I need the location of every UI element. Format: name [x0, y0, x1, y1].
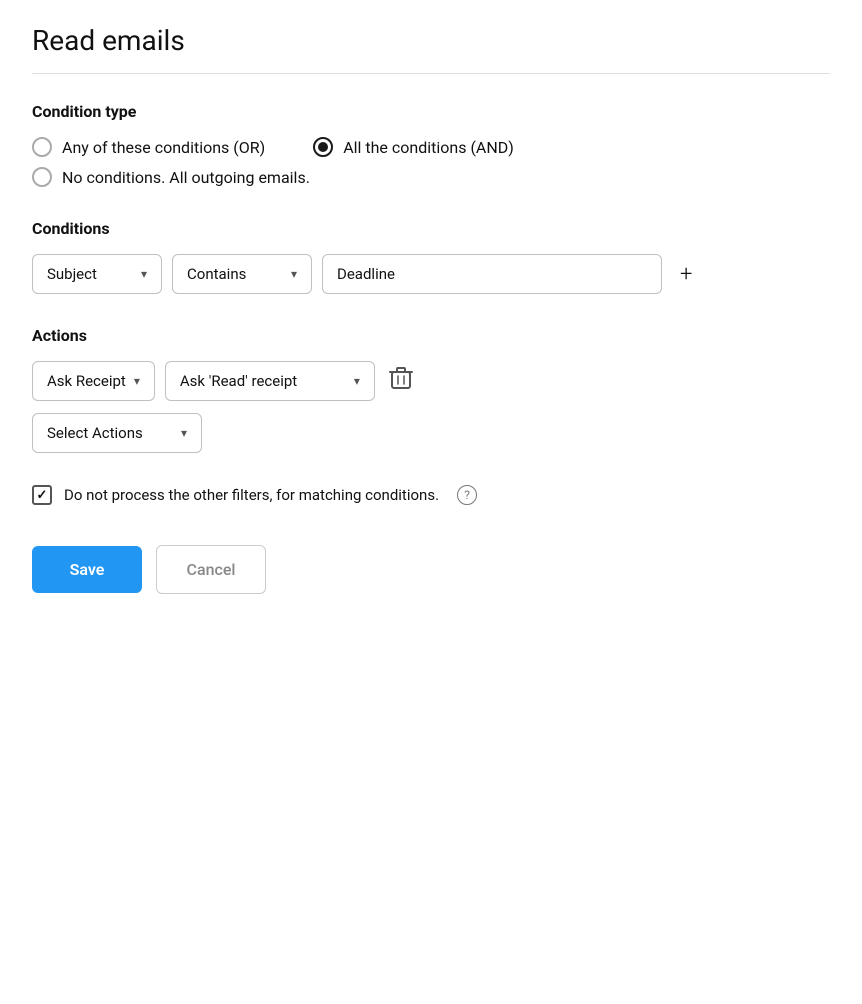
operator-dropdown[interactable]: Contains ▾: [172, 254, 312, 294]
title-divider: [32, 73, 830, 74]
do-not-process-row: Do not process the other filters, for ma…: [32, 485, 830, 505]
action-row-1: Ask Receipt ▾ Ask 'Read' receipt ▾: [32, 361, 830, 401]
select-actions-row: Select Actions ▾: [32, 413, 830, 453]
button-row: Save Cancel: [32, 545, 830, 594]
do-not-process-checkbox[interactable]: [32, 485, 52, 505]
condition-type-top-row: Any of these conditions (OR) All the con…: [32, 137, 830, 157]
radio-or[interactable]: Any of these conditions (OR): [32, 137, 265, 157]
radio-and-label: All the conditions (AND): [343, 138, 514, 157]
condition-type-bottom-row: No conditions. All outgoing emails.: [32, 167, 830, 187]
condition-type-label: Condition type: [32, 102, 830, 121]
action-subtype-value: Ask 'Read' receipt: [180, 372, 297, 390]
radio-none-label: No conditions. All outgoing emails.: [62, 168, 310, 187]
actions-label: Actions: [32, 326, 830, 345]
radio-or-circle[interactable]: [32, 137, 52, 157]
field-chevron: ▾: [141, 267, 147, 281]
condition-value-input[interactable]: [322, 254, 662, 294]
conditions-label: Conditions: [32, 219, 830, 238]
select-actions-label: Select Actions: [47, 424, 143, 442]
select-actions-chevron: ▾: [181, 426, 187, 440]
save-button[interactable]: Save: [32, 546, 142, 593]
condition-row-1: Subject ▾ Contains ▾ +: [32, 254, 830, 294]
delete-action-button[interactable]: [385, 362, 417, 401]
do-not-process-label: Do not process the other filters, for ma…: [64, 486, 439, 504]
trash-icon: [389, 366, 413, 392]
operator-value: Contains: [187, 265, 246, 283]
select-actions-dropdown[interactable]: Select Actions ▾: [32, 413, 202, 453]
field-value: Subject: [47, 265, 97, 283]
action-type-value: Ask Receipt: [47, 372, 126, 390]
radio-none-circle[interactable]: [32, 167, 52, 187]
radio-none[interactable]: No conditions. All outgoing emails.: [32, 167, 310, 187]
action-subtype-dropdown[interactable]: Ask 'Read' receipt ▾: [165, 361, 375, 401]
conditions-section: Conditions Subject ▾ Contains ▾ +: [32, 219, 830, 294]
actions-section: Actions Ask Receipt ▾ Ask 'Read' receipt…: [32, 326, 830, 453]
operator-chevron: ▾: [291, 267, 297, 281]
add-condition-button[interactable]: +: [672, 258, 700, 291]
radio-or-label: Any of these conditions (OR): [62, 138, 265, 157]
radio-and-circle[interactable]: [313, 137, 333, 157]
help-icon[interactable]: ?: [457, 485, 477, 505]
field-dropdown[interactable]: Subject ▾: [32, 254, 162, 294]
cancel-button[interactable]: Cancel: [156, 545, 266, 594]
radio-and[interactable]: All the conditions (AND): [313, 137, 514, 157]
condition-type-section: Condition type Any of these conditions (…: [32, 102, 830, 187]
page-title: Read emails: [32, 24, 830, 57]
action-type-dropdown[interactable]: Ask Receipt ▾: [32, 361, 155, 401]
action-subtype-chevron: ▾: [354, 374, 360, 388]
action-type-chevron: ▾: [134, 374, 140, 388]
